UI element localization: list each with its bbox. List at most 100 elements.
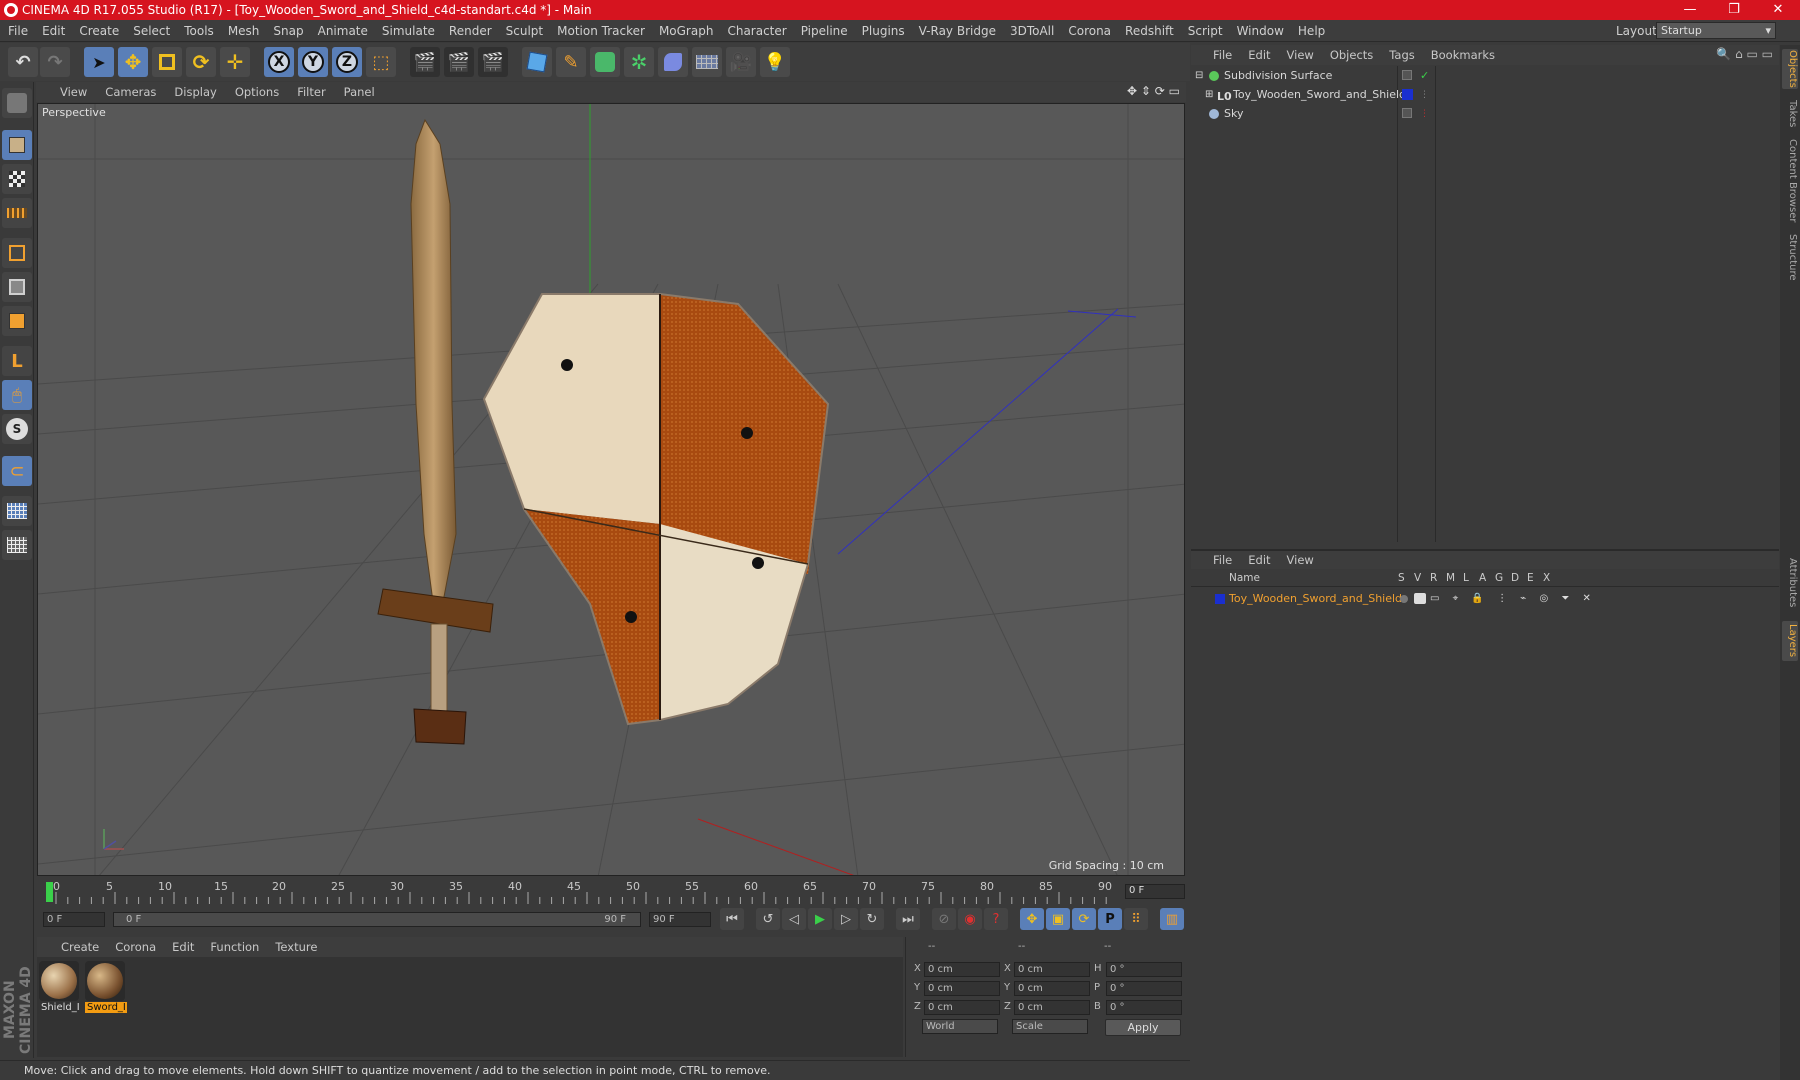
menu-3dtoall[interactable]: 3DToAll	[1010, 24, 1054, 38]
viewport-menu-display[interactable]: Display	[174, 85, 216, 99]
menu-select[interactable]: Select	[133, 24, 170, 38]
y-axis-lock-button[interactable]: Y	[298, 47, 328, 77]
column-animation[interactable]: A	[1479, 572, 1486, 584]
position-z-field[interactable]: 0 cm	[924, 1000, 1000, 1015]
maximize-button[interactable]: ❐	[1712, 0, 1756, 20]
menu-mesh[interactable]: Mesh	[228, 24, 260, 38]
menu-redshift[interactable]: Redshift	[1125, 24, 1174, 38]
tab-layers[interactable]: Layers	[1782, 621, 1798, 661]
column-expressions[interactable]: E	[1527, 572, 1534, 584]
x-axis-lock-button[interactable]: X	[264, 47, 294, 77]
previous-keyframe-button[interactable]: ↺	[756, 908, 780, 930]
planar-workplane-button[interactable]	[2, 530, 32, 560]
tab-content-browser[interactable]: Content Browser	[1782, 137, 1798, 225]
viewport-nav-icons[interactable]: ✥ ⇕ ⟳ ▭	[1127, 84, 1180, 98]
layer-name[interactable]: Toy_Wooden_Sword_and_Shield	[1229, 590, 1402, 608]
add-mograph-button[interactable]: ✲	[624, 47, 654, 77]
add-camera-button[interactable]: 🎥	[726, 47, 756, 77]
minimize-button[interactable]: —	[1668, 0, 1712, 20]
menu-window[interactable]: Window	[1237, 24, 1284, 38]
visibility-dots-icon[interactable]	[1402, 70, 1412, 80]
layer-color-swatch[interactable]	[1402, 89, 1413, 100]
om-menu-bookmarks[interactable]: Bookmarks	[1431, 48, 1495, 62]
layer-color-swatch[interactable]	[1215, 594, 1225, 604]
add-light-button[interactable]: 💡	[760, 47, 790, 77]
key-rotation-button[interactable]: ⟳	[1072, 908, 1096, 930]
render-view-button[interactable]: 🎬	[410, 47, 440, 77]
snap-button[interactable]: S	[2, 414, 32, 444]
timeline-playhead[interactable]	[46, 882, 53, 902]
column-solo[interactable]: S	[1398, 572, 1405, 584]
material-shield[interactable]: Shield_I	[39, 961, 81, 1013]
magnet-tool-button[interactable]: ⊂	[2, 456, 32, 486]
menu-animate[interactable]: Animate	[318, 24, 368, 38]
viewport-menu-filter[interactable]: Filter	[297, 85, 325, 99]
menu-motion-tracker[interactable]: Motion Tracker	[557, 24, 645, 38]
z-axis-lock-button[interactable]: Z	[332, 47, 362, 77]
column-render[interactable]: R	[1430, 572, 1437, 584]
column-xref[interactable]: X	[1543, 572, 1550, 584]
size-mode-dropdown[interactable]: Scale	[1012, 1019, 1088, 1034]
enabled-check-icon[interactable]: ✓	[1420, 67, 1429, 85]
viewport-menu-cameras[interactable]: Cameras	[105, 85, 156, 99]
add-cube-button[interactable]	[522, 47, 552, 77]
menu-help[interactable]: Help	[1298, 24, 1325, 38]
lm-menu-file[interactable]: File	[1213, 553, 1232, 567]
redo-button[interactable]: ↷	[40, 47, 70, 77]
go-to-end-button[interactable]: ⏭	[896, 908, 920, 930]
coordinate-system-button[interactable]: ⬚	[366, 47, 396, 77]
object-row-sky[interactable]: Sky ⋮	[1191, 105, 1779, 123]
apply-button[interactable]: Apply	[1105, 1019, 1181, 1036]
end-frame-field[interactable]: 90 F	[649, 912, 711, 927]
tab-structure[interactable]: Structure	[1782, 231, 1798, 283]
menu-character[interactable]: Character	[727, 24, 786, 38]
rotate-tool-button[interactable]: ⟳	[186, 47, 216, 77]
points-mode-button[interactable]	[2, 238, 32, 268]
motion-record-button[interactable]: ⊘	[932, 908, 956, 930]
key-scale-button[interactable]: ▣	[1046, 908, 1070, 930]
key-position-button[interactable]: ✥	[1020, 908, 1044, 930]
lm-menu-edit[interactable]: Edit	[1248, 553, 1270, 567]
key-parameter-button[interactable]: P	[1098, 908, 1122, 930]
visibility-dots-icon[interactable]: ⋮	[1420, 86, 1429, 104]
render-picture-viewer-button[interactable]: 🎬	[444, 47, 474, 77]
texture-mode-button[interactable]	[2, 164, 32, 194]
edges-mode-button[interactable]	[2, 272, 32, 302]
viewport-menu-options[interactable]: Options	[235, 85, 279, 99]
play-button[interactable]: ▶	[808, 908, 832, 930]
size-x-field[interactable]: 0 cm	[1014, 962, 1090, 977]
tree-collapse-icon[interactable]: ⊟	[1195, 67, 1203, 85]
rotation-h-field[interactable]: 0 °	[1106, 962, 1182, 977]
timeline-window-button[interactable]: ▥	[1160, 908, 1184, 930]
column-deformers[interactable]: D	[1511, 572, 1519, 584]
om-menu-objects[interactable]: Objects	[1330, 48, 1373, 62]
axis-mode-button[interactable]: L	[2, 346, 32, 376]
menu-mograph[interactable]: MoGraph	[659, 24, 714, 38]
material-menu-function[interactable]: Function	[210, 940, 259, 954]
next-keyframe-button[interactable]: ↻	[860, 908, 884, 930]
frame-range-slider[interactable]: 0 F 90 F	[113, 912, 641, 927]
rotation-p-field[interactable]: 0 °	[1106, 981, 1182, 996]
current-frame-field[interactable]: 0 F	[1125, 884, 1185, 899]
layout-dropdown[interactable]: Startup ▾	[1656, 22, 1776, 39]
layer-flags-icons[interactable]: ▭ ⌖ 🔒 ⋮ ⌁ ◎ ⏷ ✕	[1430, 590, 1596, 608]
3d-viewport[interactable]: Perspective Grid Spacing : 10 cm	[37, 103, 1185, 876]
autokeying-button[interactable]: ?	[984, 908, 1008, 930]
om-menu-file[interactable]: File	[1213, 48, 1232, 62]
key-pla-button[interactable]: ⠿	[1124, 908, 1148, 930]
add-deformer-button[interactable]	[658, 47, 688, 77]
menu-file[interactable]: File	[8, 24, 28, 38]
add-environment-button[interactable]	[692, 47, 722, 77]
render-settings-button[interactable]: 🎬	[478, 47, 508, 77]
column-name[interactable]: Name	[1229, 572, 1260, 584]
menu-corona[interactable]: Corona	[1068, 24, 1111, 38]
previous-frame-button[interactable]: ◁	[782, 908, 806, 930]
next-frame-button[interactable]: ▷	[834, 908, 858, 930]
polygons-mode-button[interactable]	[2, 306, 32, 336]
tab-objects[interactable]: Objects	[1782, 49, 1798, 89]
om-menu-view[interactable]: View	[1287, 48, 1314, 62]
add-nurbs-button[interactable]	[590, 47, 620, 77]
add-spline-button[interactable]: ✎	[556, 47, 586, 77]
layer-view-icon[interactable]	[1414, 593, 1426, 604]
om-menu-edit[interactable]: Edit	[1248, 48, 1270, 62]
